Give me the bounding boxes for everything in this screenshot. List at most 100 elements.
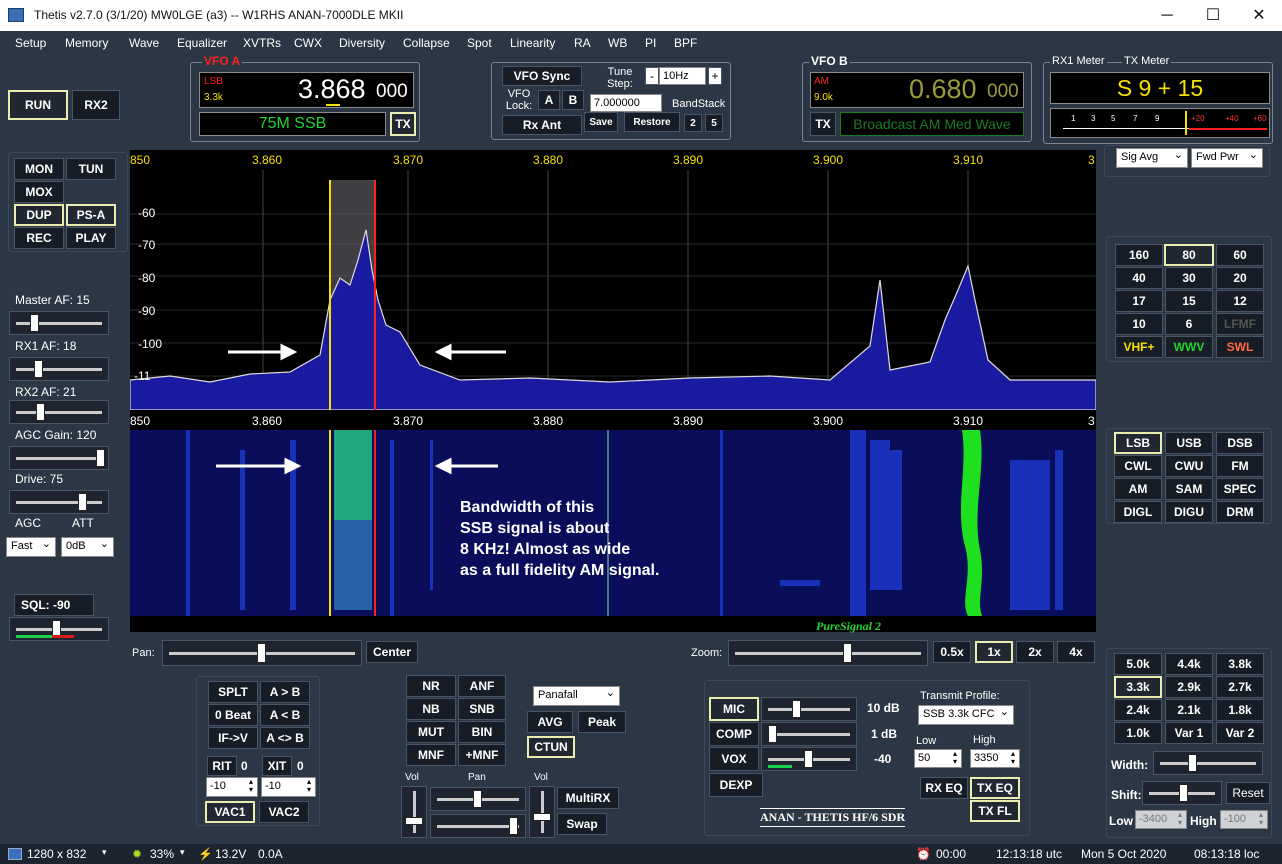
menu-wave[interactable]: Wave [129,36,159,50]
band-lfmf-button[interactable]: LFMF [1216,313,1264,335]
multirx-button[interactable]: MultiRX [557,787,619,809]
band-40-button[interactable]: 40 [1115,267,1163,289]
menu-collapse[interactable]: Collapse [403,36,450,50]
filter-5-0k-button[interactable]: 5.0k [1114,653,1162,675]
filter-low-input[interactable]: -3400 [1135,810,1187,829]
bin-button[interactable]: BIN [458,721,506,743]
maximize-button[interactable]: ☐ [1190,0,1236,31]
filter-shift-slider[interactable] [1142,781,1222,805]
cpu-dropdown-icon[interactable]: ▾ [180,847,185,858]
band-20-button[interactable]: 20 [1216,267,1264,289]
close-button[interactable]: ✕ [1236,0,1282,31]
tune-step-minus-button[interactable]: - [645,67,659,85]
run-button[interactable]: RUN [8,90,68,120]
bandstack-2-button[interactable]: 2 [684,114,702,132]
att-select[interactable]: 0dB [61,537,114,557]
bandstack-freq-input[interactable]: 7.000000 [590,94,662,112]
vac1-button[interactable]: VAC1 [205,801,255,823]
tx-eq-button[interactable]: TX EQ [970,777,1020,799]
menu-cwx[interactable]: CWX [294,36,322,50]
zoom-0-5x-button[interactable]: 0.5x [933,641,971,663]
zoom-1x-button[interactable]: 1x [975,641,1013,663]
rx-eq-button[interactable]: RX EQ [920,777,968,799]
menu-spot[interactable]: Spot [467,36,492,50]
menu-pi[interactable]: PI [645,36,656,50]
filter-3-3k-button[interactable]: 3.3k [1114,676,1162,698]
mode-fm-button[interactable]: FM [1216,455,1264,477]
vox-button[interactable]: VOX [709,747,759,771]
band-vhf-button[interactable]: VHF+ [1115,336,1163,358]
zero-beat-button[interactable]: 0 Beat [208,704,258,726]
band-60-button[interactable]: 60 [1216,244,1264,266]
filter-2-9k-button[interactable]: 2.9k [1165,676,1213,698]
mode-cwl-button[interactable]: CWL [1114,455,1162,477]
menu-memory[interactable]: Memory [65,36,108,50]
display-mode-select[interactable]: Panafall [533,686,620,706]
rx-pan-slider[interactable] [430,787,526,811]
menu-bpf[interactable]: BPF [674,36,697,50]
tx-low-input[interactable]: 50 [914,749,962,768]
band-160-button[interactable]: 160 [1115,244,1163,266]
filter-2-7k-button[interactable]: 2.7k [1216,676,1264,698]
zoom-4x-button[interactable]: 4x [1057,641,1095,663]
mon-button[interactable]: MON [14,158,64,180]
menu-diversity[interactable]: Diversity [339,36,385,50]
filter-2-1k-button[interactable]: 2.1k [1165,699,1213,721]
mode-digu-button[interactable]: DIGU [1165,501,1213,523]
ctun-button[interactable]: CTUN [527,736,575,758]
transmit-profile-select[interactable]: SSB 3.3k CFC [918,705,1014,725]
vox-slider[interactable] [761,747,857,771]
mode-drm-button[interactable]: DRM [1216,501,1264,523]
sql-button[interactable]: SQL: -90 [14,594,94,616]
dexp-button[interactable]: DEXP [709,773,763,797]
if-to-v-button[interactable]: IF->V [208,727,258,749]
menu-wb[interactable]: WB [608,36,627,50]
mode-lsb-button[interactable]: LSB [1114,432,1162,454]
menu-ra[interactable]: RA [574,36,591,50]
filter-4-4k-button[interactable]: 4.4k [1165,653,1213,675]
mic-button[interactable]: MIC [709,697,759,721]
rit-button[interactable]: RIT [207,756,237,776]
vfoa-display[interactable]: LSB 3.3k 3.868 000 [199,72,414,108]
band-swl-button[interactable]: SWL [1216,336,1264,358]
drive-slider[interactable] [9,490,109,514]
vac2-button[interactable]: VAC2 [259,801,309,823]
bandstack-5-button[interactable]: 5 [705,114,723,132]
sql-slider[interactable] [9,617,109,641]
b-to-a-button[interactable]: A < B [260,704,310,726]
xit-offset-input[interactable]: -10 [261,777,316,797]
band-80-button[interactable]: 80 [1164,244,1214,266]
snb-button[interactable]: SNB [458,698,506,720]
agc-gain-slider[interactable] [9,446,109,470]
filter-1-8k-button[interactable]: 1.8k [1216,699,1264,721]
rx-meter-mode-select[interactable]: Sig Avg [1116,148,1188,168]
rx1-af-slider[interactable] [9,357,109,381]
vfo-lock-a-button[interactable]: A [538,90,560,110]
band-wwv-button[interactable]: WWV [1165,336,1213,358]
band-6-button[interactable]: 6 [1165,313,1213,335]
ps-a-button[interactable]: PS-A [66,204,116,226]
mute-button[interactable]: MUT [406,721,456,743]
tx-fl-button[interactable]: TX FL [970,800,1020,822]
master-af-slider[interactable] [9,311,109,335]
vfob-display[interactable]: AM 9.0k 0.680 000 [810,72,1024,108]
band-30-button[interactable]: 30 [1165,267,1213,289]
zoom-2x-button[interactable]: 2x [1016,641,1054,663]
comp-slider[interactable] [761,722,857,746]
band-17-button[interactable]: 17 [1115,290,1163,312]
center-button[interactable]: Center [366,641,418,663]
restore-button[interactable]: Restore [624,112,680,132]
vfoa-tx-button[interactable]: TX [390,112,416,136]
agc-select[interactable]: Fast [6,537,56,557]
filter-2-4k-button[interactable]: 2.4k [1114,699,1162,721]
nb-button[interactable]: NB [406,698,456,720]
mode-spec-button[interactable]: SPEC [1216,478,1264,500]
vfo-sync-button[interactable]: VFO Sync [502,66,582,86]
save-button[interactable]: Save [584,112,618,132]
rx-vol-slider[interactable] [401,786,427,838]
tx-meter-mode-select[interactable]: Fwd Pwr [1191,148,1263,168]
mode-digl-button[interactable]: DIGL [1114,501,1162,523]
mode-dsb-button[interactable]: DSB [1216,432,1264,454]
rx-ant-button[interactable]: Rx Ant [502,115,582,135]
menu-xvtrs[interactable]: XVTRs [243,36,281,50]
